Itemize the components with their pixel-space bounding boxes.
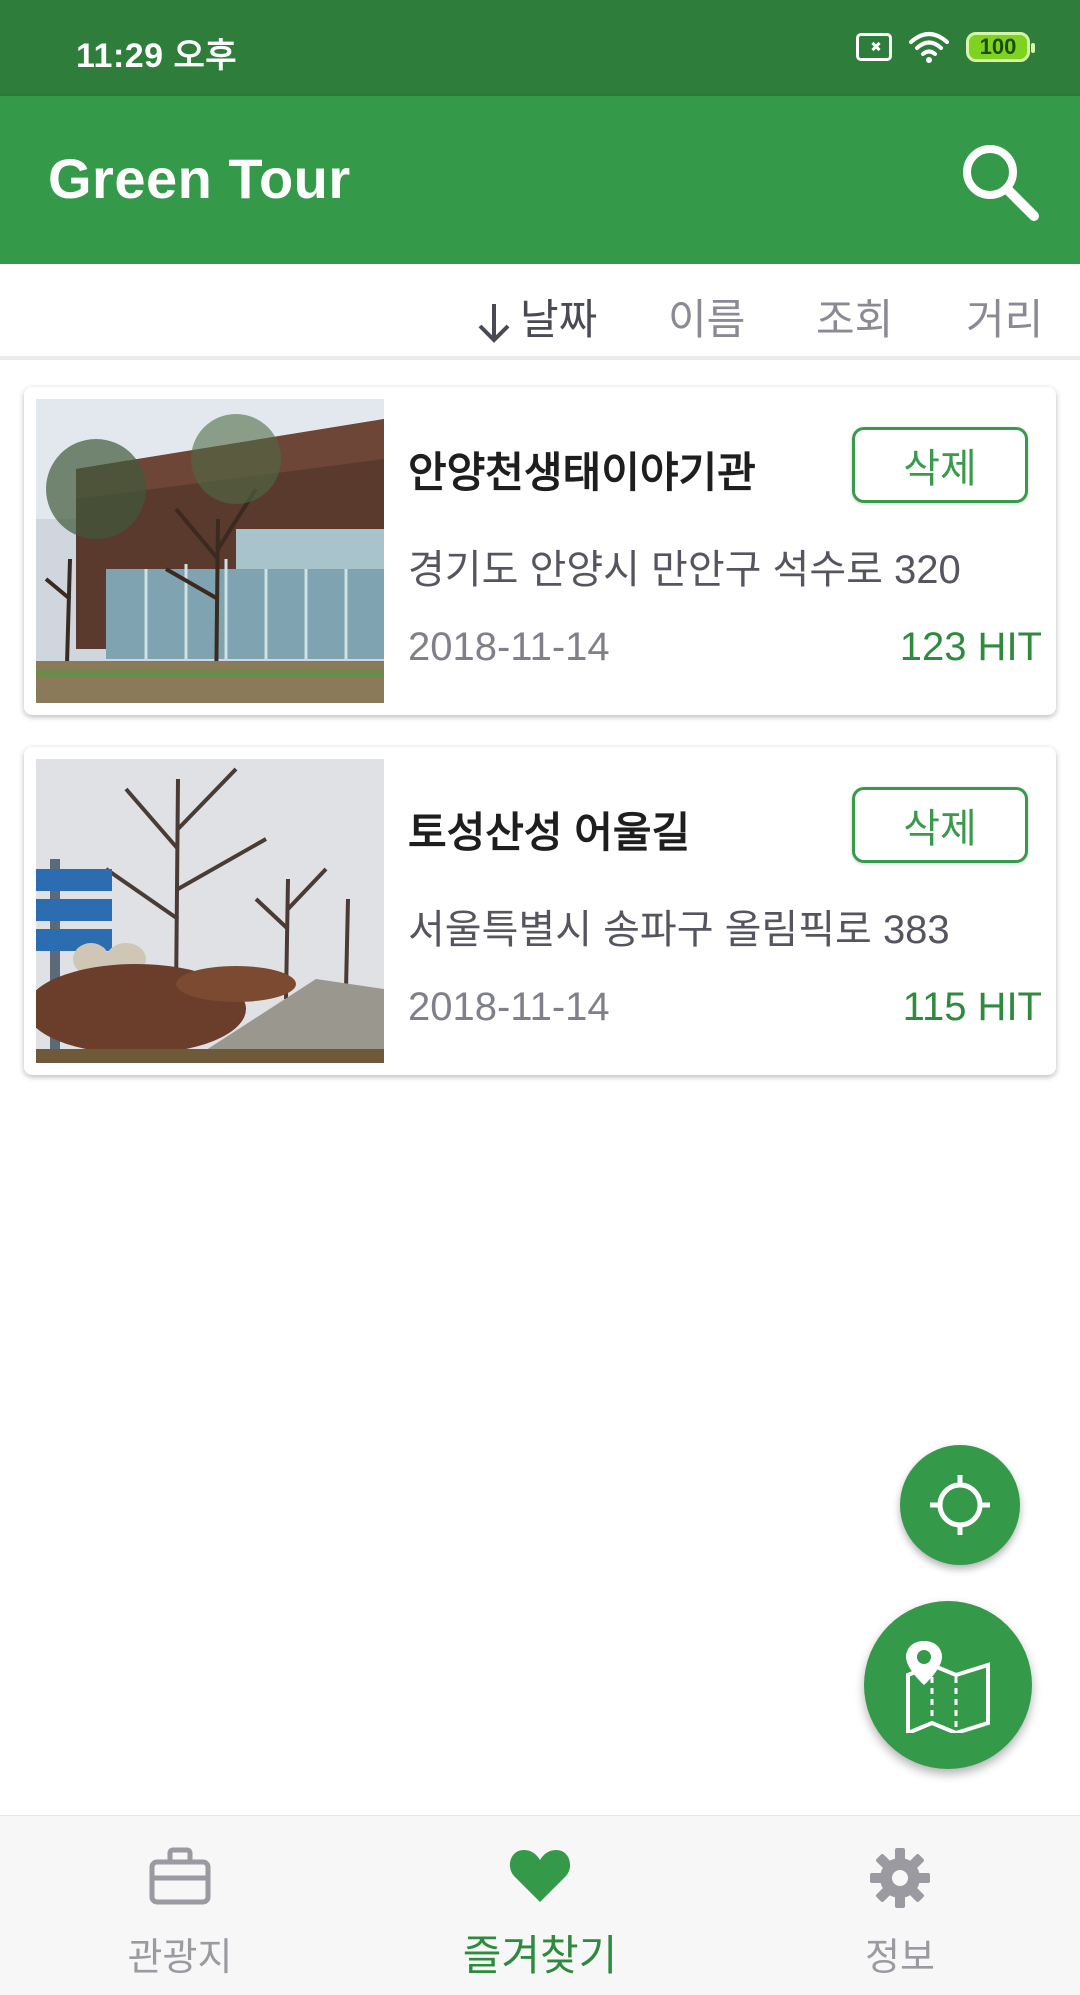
sort-date-label: 날짜 (520, 296, 598, 343)
arrow-down-icon (478, 303, 510, 343)
place-title: 토성산성 어울길 (408, 809, 691, 856)
gear-icon (870, 1848, 930, 1908)
nav-label: 관광지 (127, 1937, 233, 1979)
nav-tab-favorites[interactable]: 즐겨찾기 (360, 1816, 720, 1995)
nav-label: 정보 (865, 1937, 935, 1979)
place-thumbnail (36, 759, 384, 1063)
hit-count: 123 HIT (899, 625, 1042, 669)
nav-tab-attractions[interactable]: 관광지 (0, 1816, 360, 1995)
app-bar: Green Tour (0, 96, 1080, 264)
bottom-navigation: 관광지 즐겨찾기 정보 (0, 1815, 1080, 1995)
sort-by-distance[interactable]: 거리 (966, 286, 1043, 347)
hit-count: 115 HIT (902, 985, 1042, 1029)
no-sim-icon (856, 33, 892, 61)
nav-tab-info[interactable]: 정보 (720, 1816, 1080, 1995)
sort-name-label: 이름 (668, 296, 746, 343)
favorite-card[interactable]: 토성산성 어울길 삭제 서울특별시 송파구 올림픽로 383 2018-11-1… (24, 747, 1056, 1075)
my-location-button[interactable] (900, 1445, 1020, 1565)
place-address: 서울특별시 송파구 올림픽로 383 (408, 908, 950, 952)
battery-icon: 100 (966, 32, 1035, 62)
status-icons: 100 (856, 30, 1035, 64)
sort-distance-label: 거리 (966, 296, 1044, 343)
status-bar: 11:29 오후 100 (0, 0, 1080, 96)
delete-button[interactable]: 삭제 (852, 427, 1028, 503)
map-pin-icon (906, 1641, 990, 1733)
wifi-icon (909, 32, 949, 63)
sort-by-views[interactable]: 조회 (816, 286, 893, 347)
place-thumbnail (36, 399, 384, 703)
briefcase-icon (149, 1847, 211, 1905)
app-title: Green Tour (48, 147, 351, 210)
search-icon (963, 145, 1039, 221)
sort-views-label: 조회 (816, 296, 894, 343)
saved-date: 2018-11-14 (408, 985, 610, 1029)
search-button[interactable] (954, 136, 1044, 226)
status-time: 11:29 오후 (76, 37, 238, 75)
place-title: 안양천생태이야기관 (408, 449, 756, 496)
place-address: 경기도 안양시 만안구 석수로 320 (408, 548, 961, 592)
crosshair-icon (930, 1475, 990, 1535)
nav-label: 즐겨찾기 (462, 1932, 618, 1979)
saved-date: 2018-11-14 (408, 625, 610, 669)
sort-by-name[interactable]: 이름 (668, 286, 745, 347)
sort-bar: 날짜 이름 조회 거리 (0, 264, 1080, 360)
sort-by-date[interactable]: 날짜 (474, 286, 597, 347)
map-view-button[interactable] (864, 1601, 1032, 1769)
screen: 11:29 오후 100 Green Tour 날짜 이름 조회 거리 안양천생… (0, 0, 1080, 1995)
favorite-card[interactable]: 안양천생태이야기관 삭제 경기도 안양시 만안구 석수로 320 2018-11… (24, 387, 1056, 715)
delete-button[interactable]: 삭제 (852, 787, 1028, 863)
heart-icon (509, 1850, 571, 1902)
